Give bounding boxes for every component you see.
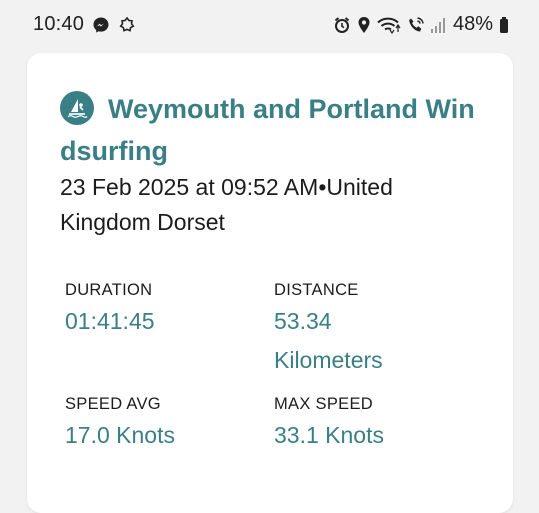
status-time: 10:40 [33,13,85,35]
stat-distance-label: DISTANCE [274,281,359,299]
stat-distance-value: 53.34 Kilometers [274,308,383,373]
activity-subtitle: 23 Feb 2025 at 09:52 AM•United Kingdom D… [60,170,480,240]
stat-duration: DURATION 01:41:45 [65,281,255,341]
location-icon [357,16,371,34]
stat-max-speed: MAX SPEED 33.1 Knots [274,395,474,455]
battery-percent: 48% [452,13,493,35]
status-bar-right: 48% [333,13,509,36]
signal-icon [430,16,447,34]
stat-speed-avg: SPEED AVG 17.0 Knots [65,395,255,455]
battery-icon [499,16,509,34]
status-bar: 10:40 48% [0,0,539,52]
stat-duration-label: DURATION [65,281,153,299]
activity-date: 23 Feb 2025 at 09:52 AM [60,174,319,200]
activity-card[interactable]: Weymouth and Portland Windsurfing 23 Feb… [27,53,513,513]
stat-speed-avg-label: SPEED AVG [65,395,161,413]
wifi-icon [377,16,401,34]
activity-header: Weymouth and Portland Windsurfing [60,88,490,172]
app-notification-icon [118,16,136,34]
windsurfing-icon [60,91,94,125]
stat-max-speed-value: 33.1 Knots [274,422,384,448]
stat-speed-avg-value: 17.0 Knots [65,422,175,448]
status-bar-left: 10:40 [33,13,136,36]
messenger-icon [92,16,110,34]
stat-distance: DISTANCE 53.34 Kilometers [274,281,474,380]
activity-title: Weymouth and Portland Windsurfing [60,94,475,166]
stat-duration-value: 01:41:45 [65,308,155,334]
alarm-icon [333,16,351,34]
wifi-calling-icon [407,16,425,34]
stat-max-speed-label: MAX SPEED [274,395,373,413]
